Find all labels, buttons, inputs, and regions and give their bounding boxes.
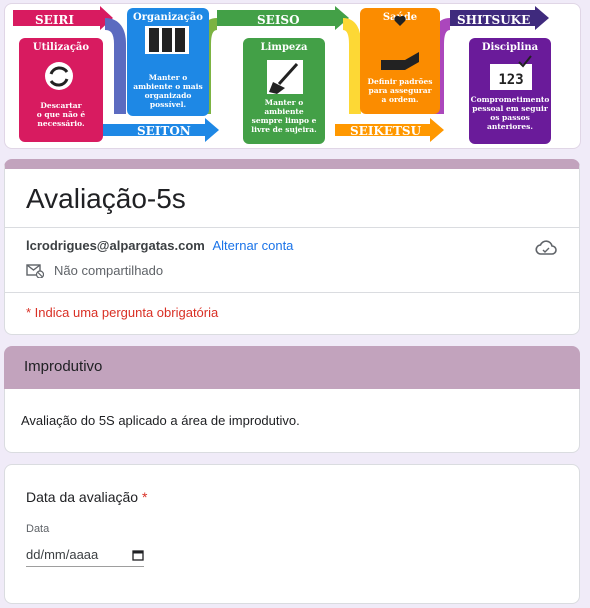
- question-title-text: Data da avaliação: [26, 489, 139, 505]
- account-row: lcrodrigues@alpargatas.com Alternar cont…: [5, 228, 579, 292]
- recycle-icon: [45, 62, 73, 90]
- form-title: Avaliação-5s: [26, 183, 186, 214]
- share-status: Não compartilhado: [26, 263, 579, 278]
- seiketsu-desc-2: para assegurar: [368, 86, 432, 95]
- seiketsu-label: SEIKETSU: [350, 124, 422, 138]
- seiso-desc-1: Manter o: [265, 98, 303, 107]
- shitsuke-label: SHITSUKE: [457, 13, 530, 27]
- seiri-desc-1: Descartar: [40, 101, 82, 110]
- required-asterisk: *: [141, 489, 148, 505]
- seiketsu-desc-1: Definir padrões: [368, 77, 433, 86]
- number-text: 123: [498, 72, 523, 88]
- section-title: Improdutivo: [4, 346, 580, 390]
- seiketsu-desc-3: a ordem.: [382, 95, 419, 104]
- binders-icon: [145, 26, 189, 54]
- date-input[interactable]: dd/mm/aaaa: [26, 547, 144, 567]
- account-email: lcrodrigues@alpargatas.com: [26, 238, 205, 253]
- required-note: * Indica uma pergunta obrigatória: [26, 305, 219, 320]
- section-description: Avaliação do 5S aplicado a área de impro…: [4, 389, 580, 453]
- seiso-label: SEISO: [257, 13, 300, 27]
- utilizacao-title: Utilização: [33, 42, 89, 53]
- switch-account-link[interactable]: Alternar conta: [212, 238, 293, 253]
- date-sublabel: Data: [26, 523, 50, 535]
- seiton-label: SEITON: [137, 124, 191, 138]
- seiton-desc-1: Manter o: [149, 73, 187, 82]
- shitsuke-desc-1: Comprometimento: [471, 95, 550, 104]
- seiso-desc-4: livre de sujeira.: [251, 125, 316, 134]
- share-status-text: Não compartilhado: [54, 263, 164, 278]
- organizacao-title: Organização: [133, 12, 203, 23]
- cloud-save-icon[interactable]: [535, 240, 557, 256]
- seiton-desc-4: possível.: [150, 100, 186, 109]
- shitsuke-desc-3: os passos: [490, 113, 530, 122]
- not-shared-mail-icon: [26, 263, 44, 278]
- shitsuke-desc-2: pessoal em seguir: [472, 104, 549, 113]
- seiri-label: SEIRI: [35, 13, 74, 27]
- shitsuke-desc-4: anteriores.: [487, 122, 533, 131]
- seiso-desc-3: sempre limpo e: [252, 116, 317, 125]
- header-banner-image: SEIRI SEITON SEISO SEIKETSU SHITSUKE Uti…: [4, 3, 581, 149]
- seiton-desc-2: ambiente o mais: [133, 82, 202, 91]
- limpeza-title: Limpeza: [261, 42, 308, 53]
- disciplina-title: Disciplina: [482, 42, 539, 53]
- date-placeholder: dd/mm/aaaa: [26, 547, 99, 562]
- seiso-desc-2: ambiente: [264, 107, 304, 116]
- seiri-desc-3: necessário.: [37, 119, 84, 128]
- broom-icon: [267, 60, 303, 94]
- five-s-infographic: SEIRI SEITON SEISO SEIKETSU SHITSUKE Uti…: [13, 6, 551, 144]
- calendar-icon[interactable]: [132, 549, 144, 561]
- form-header-card: Avaliação-5s lcrodrigues@alpargatas.com …: [4, 159, 580, 335]
- question-card-date: Data da avaliação * Data dd/mm/aaaa: [4, 464, 580, 604]
- question-title: Data da avaliação *: [26, 489, 579, 505]
- seiton-desc-3: organizado: [145, 91, 192, 100]
- seiri-desc-2: o que não é: [37, 110, 86, 119]
